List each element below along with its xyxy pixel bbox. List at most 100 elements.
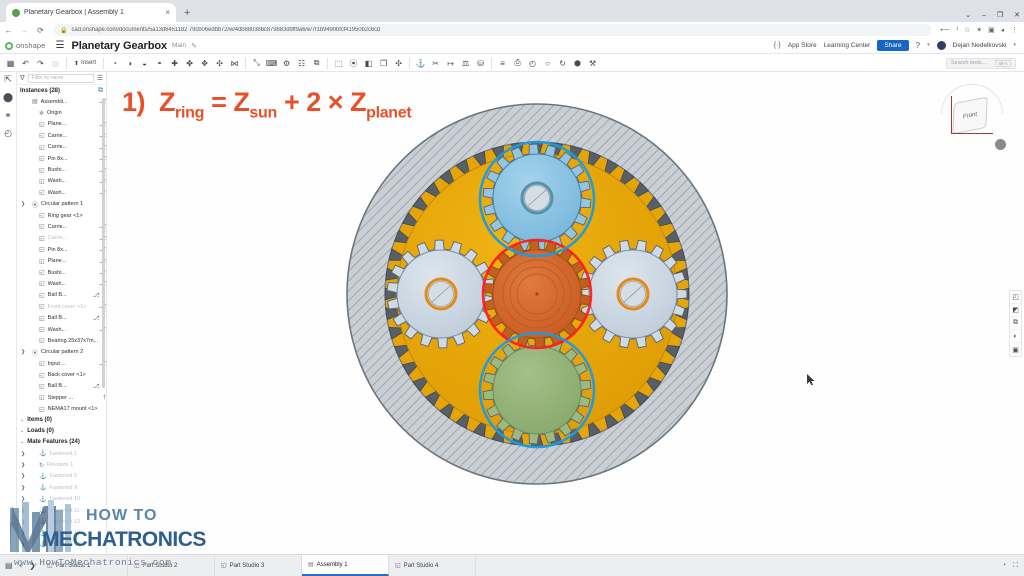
user-name-label[interactable]: Dejan Nedelkovski [953,42,1007,49]
display-state-icon[interactable]: ⛁ [473,56,488,71]
tree-item[interactable]: ◱Wash...⎇ [17,278,106,289]
mirror-icon[interactable]: ◧ [361,56,376,71]
gear-relation-icon[interactable]: ⚙ [279,56,294,71]
mate-connector-icon[interactable]: ⎇ [93,383,100,390]
browser-menu-icon[interactable]: ⋮ [1011,26,1018,34]
redo-icon[interactable]: ↷ [33,56,48,71]
units-icon[interactable]: ◔ [1002,562,1006,569]
undo-icon[interactable]: ↶ [18,56,33,71]
mate-pin-slot-icon[interactable]: ✥ [197,56,212,71]
history-icon[interactable]: ◴ [4,129,12,138]
tree-item[interactable]: ❯⦿Circular pattern 2 [17,347,106,358]
circular-pattern-icon[interactable]: ⦿ [346,56,361,71]
window-minimize-button[interactable]: – [982,12,986,19]
filter-by-name-input[interactable]: Filter by name [28,74,94,83]
explode-icon[interactable]: ⚓ [413,56,428,71]
assembly-view-icon[interactable]: ▦ [3,56,18,71]
planetary-gearbox-model[interactable] [337,94,737,499]
tree-item[interactable]: ❯⦿Circular pattern 1 [17,199,106,210]
tree-item[interactable]: ▤Assembli...⎇ [17,96,106,107]
reload-icon[interactable]: ⟳ [36,26,45,35]
linear-pattern-icon[interactable]: ⬚ [331,56,346,71]
add-instance-icon[interactable]: ⇱ [4,75,12,84]
tree-item[interactable]: ◱Ball B...⎇† [17,381,106,392]
document-tab-part-studio-1[interactable]: ◱Part Studio 1 [41,555,128,576]
avatar[interactable] [937,41,946,50]
tree-section-header[interactable]: ⌄Loads (0) [17,426,106,437]
window-close-button[interactable]: ✕ [1014,12,1020,19]
add-tab-icon[interactable]: + [19,561,24,570]
relation-icon[interactable]: ⌨ [264,56,279,71]
view-cube-front-face[interactable]: Front [952,96,988,134]
tree-list-icon[interactable]: ☰ [97,74,103,82]
bookmark-star-icon[interactable]: ☆ [964,26,970,34]
tree-item[interactable]: ◱NEMA17 mount <1> [17,404,106,415]
mate-planar-icon[interactable]: ◓ [152,56,167,71]
back-icon[interactable]: ← [4,26,13,35]
tree-item[interactable]: ◱Input ...⎇ [17,358,106,369]
new-tab-button[interactable]: + [184,7,190,22]
tree-item[interactable]: ✲Origin [17,107,106,118]
document-tab-part-studio-2[interactable]: ◱Part Studio 2 [128,555,215,576]
filter-icon[interactable]: ∇ [20,74,25,82]
share-ext-icon[interactable]: ⟵ [940,26,950,34]
mate-feature-item[interactable]: ❯↻Revolute 1 [17,459,106,470]
tab-manager-icon[interactable]: ▤ [5,561,13,570]
app-store-button[interactable]: App Store [788,42,817,49]
tree-item[interactable]: ◱Stepper ...† [17,392,106,403]
rack-pinion-icon[interactable]: ☷ [294,56,309,71]
window-more-icon[interactable]: ⌄ [965,12,971,19]
mate-feature-item[interactable]: ❯⚓Fastened 14 [17,539,106,550]
panel-toggle-icon[interactable]: ⧉ [98,87,103,95]
profile-avatar-icon[interactable]: ◕ [1001,27,1005,34]
tree-item[interactable]: ◱Carrie...⎇ [17,130,106,141]
view-cube[interactable]: Front [937,82,1009,152]
group-icon[interactable]: ⤡ [249,56,264,71]
puzzle-ext-icon[interactable]: ✶ [976,26,982,34]
document-tab-part-studio-3[interactable]: ◱Part Studio 3 [215,555,302,576]
comments-icon[interactable]: ⬤ [3,93,13,102]
tree-item[interactable]: ◱Carrie...⎇ [17,142,106,153]
code-bracket-icon[interactable]: {·} [774,42,781,49]
sim-icon[interactable]: ○ [540,56,555,71]
mate-ball-icon[interactable]: ✤ [182,56,197,71]
user-chevron-down-icon[interactable]: ▾ [1013,42,1016,48]
tree-item[interactable]: ◱Carrie...⎇ [17,233,106,244]
tree-section-header[interactable]: ⌄Mate Features (24) [17,437,106,448]
address-bar[interactable]: 🔒 cad.onshape.com/documents/5a13d6451182… [54,24,931,36]
view-cube-home-icon[interactable] [995,139,1006,150]
tree-item[interactable]: ◱Ball B...⎇† [17,290,106,301]
sidepanel-icon[interactable]: ▣ [988,26,995,34]
section-view-icon[interactable]: ◩ [1010,304,1021,317]
browser-tab[interactable]: Planetary Gearbox | Assembly 1 × [6,3,176,22]
tree-item[interactable]: ◱Ring gear <1> [17,210,106,221]
search-tools-input[interactable]: Search tools... alt+c [946,58,1016,69]
render-icon[interactable]: ◴ [525,56,540,71]
mate-feature-item[interactable]: ❯⚓Fastened 10 [17,494,106,505]
fullscreen-icon[interactable]: ⛶ [1013,562,1018,570]
tree-item[interactable]: ◱Bushi...⎇ [17,164,106,175]
display-mode-icon[interactable]: ◰ [1010,291,1021,304]
tab-close-icon[interactable]: × [165,9,170,17]
tree-item[interactable]: ◱Bushi...⎇ [17,267,106,278]
replicate-icon[interactable]: ❐ [376,56,391,71]
help-icon[interactable]: ? [916,41,920,50]
share-button[interactable]: Share [877,40,908,51]
mate-revolute-icon[interactable]: ◔ [107,56,122,71]
motion-icon[interactable]: ↻ [555,56,570,71]
screw-relation-icon[interactable]: ⧉ [309,56,324,71]
help-chevron-down-icon[interactable]: ▾ [927,42,930,48]
onshape-logo[interactable]: onshape [5,41,45,50]
camera-icon[interactable]: ▣ [1010,343,1021,356]
tab-chevron-icon[interactable]: ❯ [29,561,36,570]
tree-item[interactable]: ◱Bearing 25x37x7m... [17,335,106,346]
mate-tangent-icon[interactable]: ⋈ [227,56,242,71]
mate-cylindrical-icon[interactable]: ◑ [122,56,137,71]
mate-fastened-icon[interactable]: ✚ [167,56,182,71]
mate-feature-item[interactable]: ❯⚓Fastened 9 [17,482,106,493]
mate-slider-icon[interactable]: ◒ [137,56,152,71]
window-maximize-button[interactable]: ❐ [997,12,1003,19]
tree-item[interactable]: ◱Pin 8x...⎇ [17,244,106,255]
document-tab-part-studio-4[interactable]: ◱Part Studio 4 [389,555,476,576]
config-icon[interactable]: ⚒ [585,56,600,71]
